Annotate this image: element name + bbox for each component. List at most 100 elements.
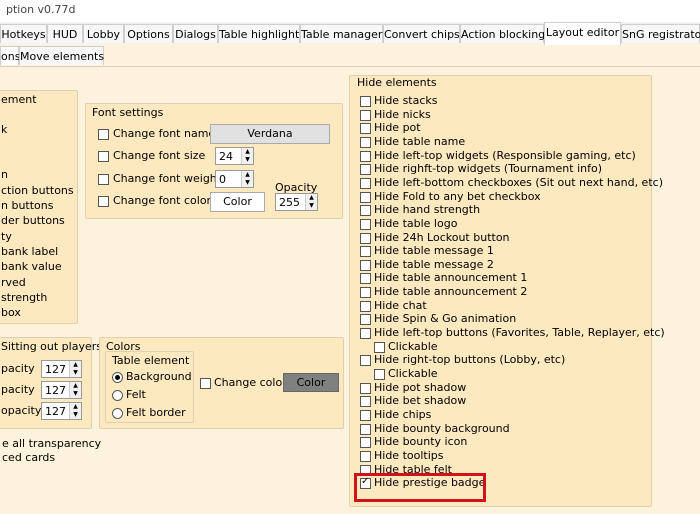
spinner-arrows-icon[interactable]: ▲ ▼ — [241, 148, 253, 164]
change-font-color-checkbox[interactable] — [98, 196, 109, 207]
hide-checkbox[interactable] — [360, 110, 371, 121]
window-title: ption v0.77d — [6, 3, 76, 16]
hide-checkbox[interactable] — [360, 314, 371, 325]
font-name-button[interactable]: Verdana — [210, 124, 330, 144]
tab-table-manager[interactable]: Table manager — [300, 24, 383, 43]
hide-checkbox-label: Hide nicks — [374, 108, 431, 121]
tab-dialogs[interactable]: Dialogs — [173, 24, 218, 43]
hide-checkbox-label: Hide tooltips — [374, 449, 444, 462]
font-color-button[interactable]: Color — [210, 192, 265, 212]
sitting-out-spinner[interactable]: 127 ▲ ▼ — [41, 381, 82, 399]
sitting-out-value: 127 — [45, 384, 66, 397]
hide-checkbox[interactable] — [360, 219, 371, 230]
change-font-size-checkbox[interactable] — [98, 151, 109, 162]
hide-checkbox[interactable] — [360, 451, 371, 462]
hide-checkbox-label: Hide bounty background — [374, 422, 510, 435]
tab-sng-registrator[interactable]: SnG registrator — [621, 24, 700, 43]
font-size-spinner[interactable]: 24 ▲ ▼ — [215, 147, 254, 165]
sitting-out-value: 127 — [45, 363, 66, 376]
hide-checkbox[interactable] — [360, 137, 371, 148]
hide-checkbox-label: Hide righft-top widgets (Tournament info… — [374, 162, 602, 175]
spinner-arrows-icon[interactable]: ▲ ▼ — [69, 382, 81, 398]
change-color-button[interactable]: Color — [283, 373, 339, 392]
tab-table-highlight[interactable]: Table highlight — [218, 24, 300, 43]
hide-checkbox[interactable] — [360, 123, 371, 134]
opacity-spinner[interactable]: 255 ▲ ▼ — [275, 193, 318, 211]
change-font-weight-checkbox[interactable] — [98, 174, 109, 185]
element-item: ty — [1, 230, 12, 243]
spinner-arrows-icon[interactable]: ▲ ▼ — [305, 194, 317, 210]
font-settings-group: Font settings Change font name Verdana C… — [85, 103, 343, 219]
tab-convert-chips[interactable]: Convert chips — [383, 24, 460, 43]
radio-background[interactable] — [112, 372, 123, 383]
hide-checkbox-label: Hide left-bottom checkboxes (Sit out nex… — [374, 176, 663, 189]
transparency-option[interactable]: e all transparency — [2, 437, 101, 450]
hide-elements-group: Hide elements Hide stacks Hide nicks Hide … — [349, 75, 665, 507]
spinner-arrows-icon[interactable]: ▲ ▼ — [69, 361, 81, 377]
hide-checkbox[interactable] — [360, 96, 371, 107]
hide-checkbox[interactable] — [360, 205, 371, 216]
radio-background-label: Background — [126, 370, 192, 383]
hide-checkbox-label: Hide chat — [374, 299, 427, 312]
hide-checkbox[interactable] — [360, 151, 371, 162]
hide-checkbox[interactable] — [374, 369, 385, 380]
colors-group: Colors Table element Background Felt Fel… — [99, 337, 344, 429]
hide-checkbox[interactable] — [360, 301, 371, 312]
tab-hotkeys[interactable]: Hotkeys — [0, 24, 47, 43]
radio-felt-border[interactable] — [112, 408, 123, 419]
hide-checkbox[interactable] — [360, 287, 371, 298]
hide-checkbox[interactable] — [374, 342, 385, 353]
sitting-out-row-label: pacity — [1, 383, 35, 396]
hide-checkbox-label: Hide left-top buttons (Favorites, Table,… — [374, 326, 665, 339]
hide-checkbox[interactable] — [360, 178, 371, 189]
radio-felt-border-label: Felt border — [126, 406, 186, 419]
opacity-value: 255 — [279, 196, 300, 209]
sitting-out-label: Sitting out players — [1, 340, 102, 353]
change-color-checkbox[interactable] — [200, 378, 211, 389]
hide-checkbox-label: Hide right-top buttons (Lobby, etc) — [374, 353, 566, 366]
hide-checkbox[interactable] — [360, 192, 371, 203]
font-weight-spinner[interactable]: 0 ▲ ▼ — [215, 170, 254, 188]
hide-checkbox[interactable] — [360, 328, 371, 339]
element-item: n buttons — [1, 199, 54, 212]
subtab-move-elements[interactable]: Move elements — [19, 46, 104, 65]
change-font-name-label: Change font name — [113, 127, 216, 140]
font-size-value: 24 — [219, 150, 233, 163]
hide-checkbox-label: Hide pot — [374, 121, 421, 134]
tab-hud[interactable]: HUD — [47, 24, 83, 43]
tab-layout-editor[interactable]: Layout editor — [544, 22, 621, 45]
radio-felt-label: Felt — [126, 388, 146, 401]
cards-option[interactable]: ced cards — [2, 451, 55, 464]
spinner-arrows-icon[interactable]: ▲ ▼ — [241, 171, 253, 187]
element-item: bank label — [1, 245, 59, 258]
hide-checkbox[interactable] — [360, 424, 371, 435]
hide-checkbox-label: Hide pot shadow — [374, 381, 467, 394]
hide-checkbox-label: Hide table message 1 — [374, 244, 494, 257]
spinner-arrows-icon[interactable]: ▲ ▼ — [69, 403, 81, 419]
change-font-name-checkbox[interactable] — [98, 129, 109, 140]
hide-checkbox[interactable] — [360, 164, 371, 175]
tab-lobby[interactable]: Lobby — [83, 24, 124, 43]
hide-checkbox[interactable] — [360, 396, 371, 407]
hide-checkbox-label: Hide hand strength — [374, 203, 481, 216]
element-group: ement k n ction buttons n buttons der bu… — [0, 90, 78, 324]
hide-checkbox[interactable] — [360, 355, 371, 366]
change-font-size-label: Change font size — [113, 149, 206, 162]
hide-checkbox[interactable] — [360, 260, 371, 271]
hide-checkbox[interactable] — [360, 246, 371, 257]
subtab-options[interactable]: ons — [0, 46, 20, 65]
hide-checkbox[interactable] — [360, 410, 371, 421]
change-color-label: Change color — [214, 376, 287, 389]
hide-checkbox-label: Clickable — [388, 367, 438, 380]
sitting-out-spinner[interactable]: 127 ▲ ▼ — [41, 402, 82, 420]
hide-elements-label: Hide elements — [357, 76, 437, 89]
hide-checkbox[interactable] — [360, 233, 371, 244]
hide-checkbox[interactable] — [360, 383, 371, 394]
hide-checkbox[interactable] — [360, 273, 371, 284]
hide-checkbox-label: Clickable — [388, 340, 438, 353]
hide-checkbox[interactable] — [360, 437, 371, 448]
radio-felt[interactable] — [112, 390, 123, 401]
tab-action-blocking[interactable]: Action blocking — [460, 24, 545, 43]
tab-options[interactable]: Options — [124, 24, 173, 43]
sitting-out-spinner[interactable]: 127 ▲ ▼ — [41, 360, 82, 378]
